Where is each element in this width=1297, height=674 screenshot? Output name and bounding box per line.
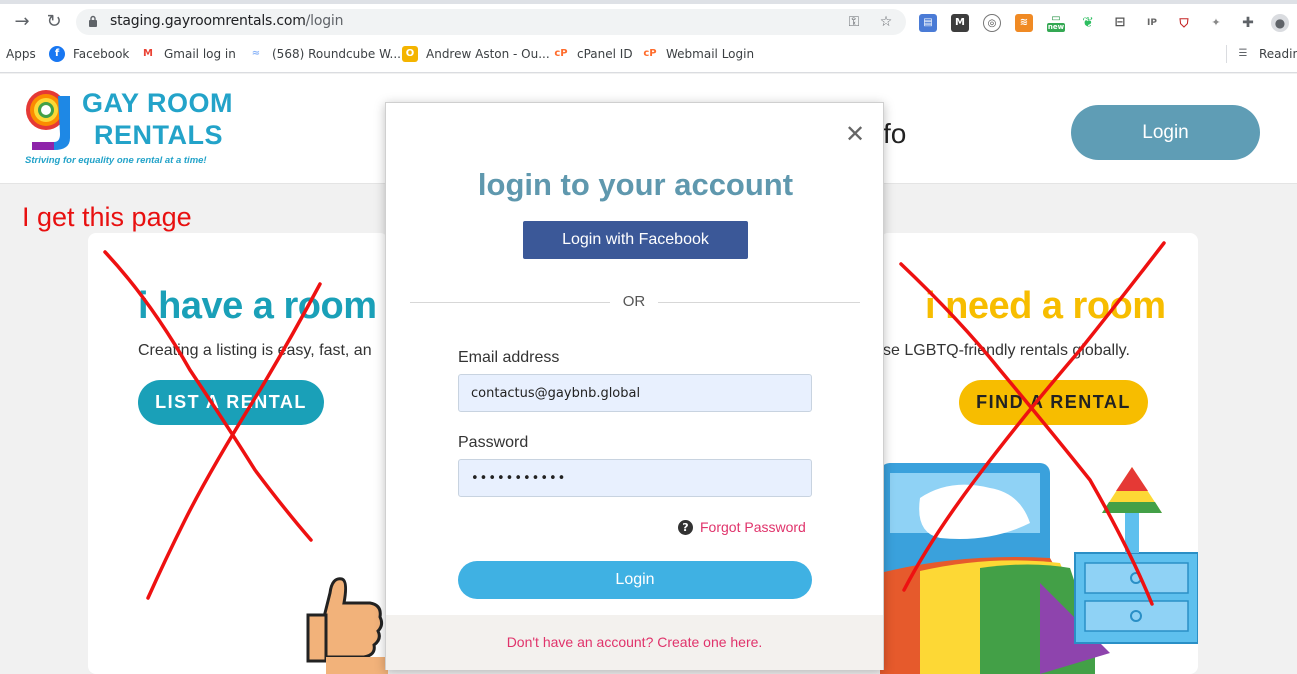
bookmark-outlook[interactable]: O Andrew Aston - Ou... xyxy=(402,45,550,63)
reload-icon[interactable]: ↻ xyxy=(42,10,66,34)
logo-tagline: Striving for equality one rental at a ti… xyxy=(25,155,207,166)
find-rental-button[interactable]: FIND A RENTAL xyxy=(959,380,1148,425)
logo-icon[interactable] xyxy=(24,88,74,152)
logo-text: GAY ROOM xyxy=(82,88,234,118)
extension-circle-icon[interactable]: ◎ xyxy=(983,14,1001,32)
bookmark-webmail[interactable]: cP Webmail Login xyxy=(642,45,754,63)
modal-title: login to your account xyxy=(477,167,794,202)
evernote-icon[interactable]: ❦ xyxy=(1079,14,1097,32)
puzzle-icon[interactable]: ✚ xyxy=(1239,14,1257,32)
ip-icon[interactable]: IP xyxy=(1143,14,1161,32)
extension-window-icon[interactable]: ⊟ xyxy=(1111,14,1129,32)
logo-text-2: RENTALS xyxy=(94,120,223,150)
url-text: staging.gayroomrentals.com/login xyxy=(110,13,344,29)
lock-icon xyxy=(89,15,97,27)
extension-m-icon[interactable]: M xyxy=(951,14,969,32)
login-submit-button[interactable]: Login xyxy=(458,561,812,599)
list-rental-button[interactable]: LIST A RENTAL xyxy=(138,380,324,425)
email-label: Email address xyxy=(458,349,560,366)
nav-link-info[interactable]: fo xyxy=(883,118,906,150)
reading-list-icon: ☰ xyxy=(1235,46,1251,62)
modal-footer: Don't have an account? Create one here. xyxy=(386,615,883,670)
roundcube-icon: ≈ xyxy=(248,46,264,62)
key-icon[interactable]: ⚿ xyxy=(844,12,864,32)
email-field[interactable] xyxy=(458,374,812,412)
create-account-link[interactable]: Don't have an account? Create one here. xyxy=(386,634,883,650)
bed-illustration-icon xyxy=(880,463,1198,674)
extension-new-icon[interactable]: ▭ new xyxy=(1047,14,1065,32)
extension-translate-icon[interactable]: ▤ xyxy=(919,14,937,32)
nav-row: → ↻ staging.gayroomrentals.com/login ⚿ ☆… xyxy=(0,4,1297,40)
need-room-title: i need a room xyxy=(925,285,1166,327)
cpanel-icon: cP xyxy=(553,46,569,62)
close-icon[interactable]: ✕ xyxy=(842,121,868,147)
reading-list[interactable]: ☰Reading xyxy=(1226,45,1297,63)
outlook-icon: O xyxy=(402,46,418,62)
need-room-text: se LGBTQ-friendly rentals globally. xyxy=(883,342,1130,359)
extension-bird-icon[interactable]: ✦ xyxy=(1207,14,1225,32)
or-separator: OR xyxy=(622,293,646,310)
bookmark-apps[interactable]: Apps xyxy=(6,45,36,63)
bookmark-cpanel[interactable]: cP cPanel ID xyxy=(553,45,633,63)
star-icon[interactable]: ☆ xyxy=(876,12,896,32)
annotation-text: I get this page xyxy=(22,202,192,232)
gmail-icon: M xyxy=(140,46,156,62)
password-label: Password xyxy=(458,434,529,451)
have-room-text: Creating a listing is easy, fast, an xyxy=(138,342,372,359)
bookmark-gmail[interactable]: M Gmail log in xyxy=(140,45,236,63)
browser-chrome: → ↻ staging.gayroomrentals.com/login ⚿ ☆… xyxy=(0,0,1297,73)
rss-icon[interactable]: ≋ xyxy=(1015,14,1033,32)
password-field[interactable] xyxy=(458,459,812,497)
facebook-icon: f xyxy=(49,46,65,62)
profile-icon[interactable]: ● xyxy=(1271,14,1289,32)
bookmark-facebook[interactable]: f Facebook xyxy=(49,45,129,63)
divider xyxy=(410,302,610,303)
thumbs-up-icon xyxy=(306,577,388,674)
bookmarks-bar: Apps f Facebook M Gmail log in ≈ (568) Roun… xyxy=(0,41,1297,67)
cpanel-icon: cP xyxy=(642,46,658,62)
header-login-button[interactable]: Login xyxy=(1071,105,1260,160)
have-room-title: i have a room xyxy=(138,285,377,327)
forgot-password-link[interactable]: ? Forgot Password xyxy=(678,519,806,535)
forward-icon[interactable]: → xyxy=(10,10,34,34)
bookmark-roundcube[interactable]: ≈ (568) Roundcube W... xyxy=(248,45,401,63)
forgot-password-label: Forgot Password xyxy=(700,519,806,535)
question-circle-icon: ? xyxy=(678,519,693,535)
extension-shield-icon[interactable]: ⛉ xyxy=(1175,14,1193,32)
address-bar[interactable]: staging.gayroomrentals.com/login ⚿ ☆ xyxy=(76,9,906,35)
divider xyxy=(658,302,860,303)
facebook-login-button[interactable]: Login with Facebook xyxy=(523,221,748,259)
login-modal: ✕ login to your account Login with Faceb… xyxy=(385,102,884,670)
